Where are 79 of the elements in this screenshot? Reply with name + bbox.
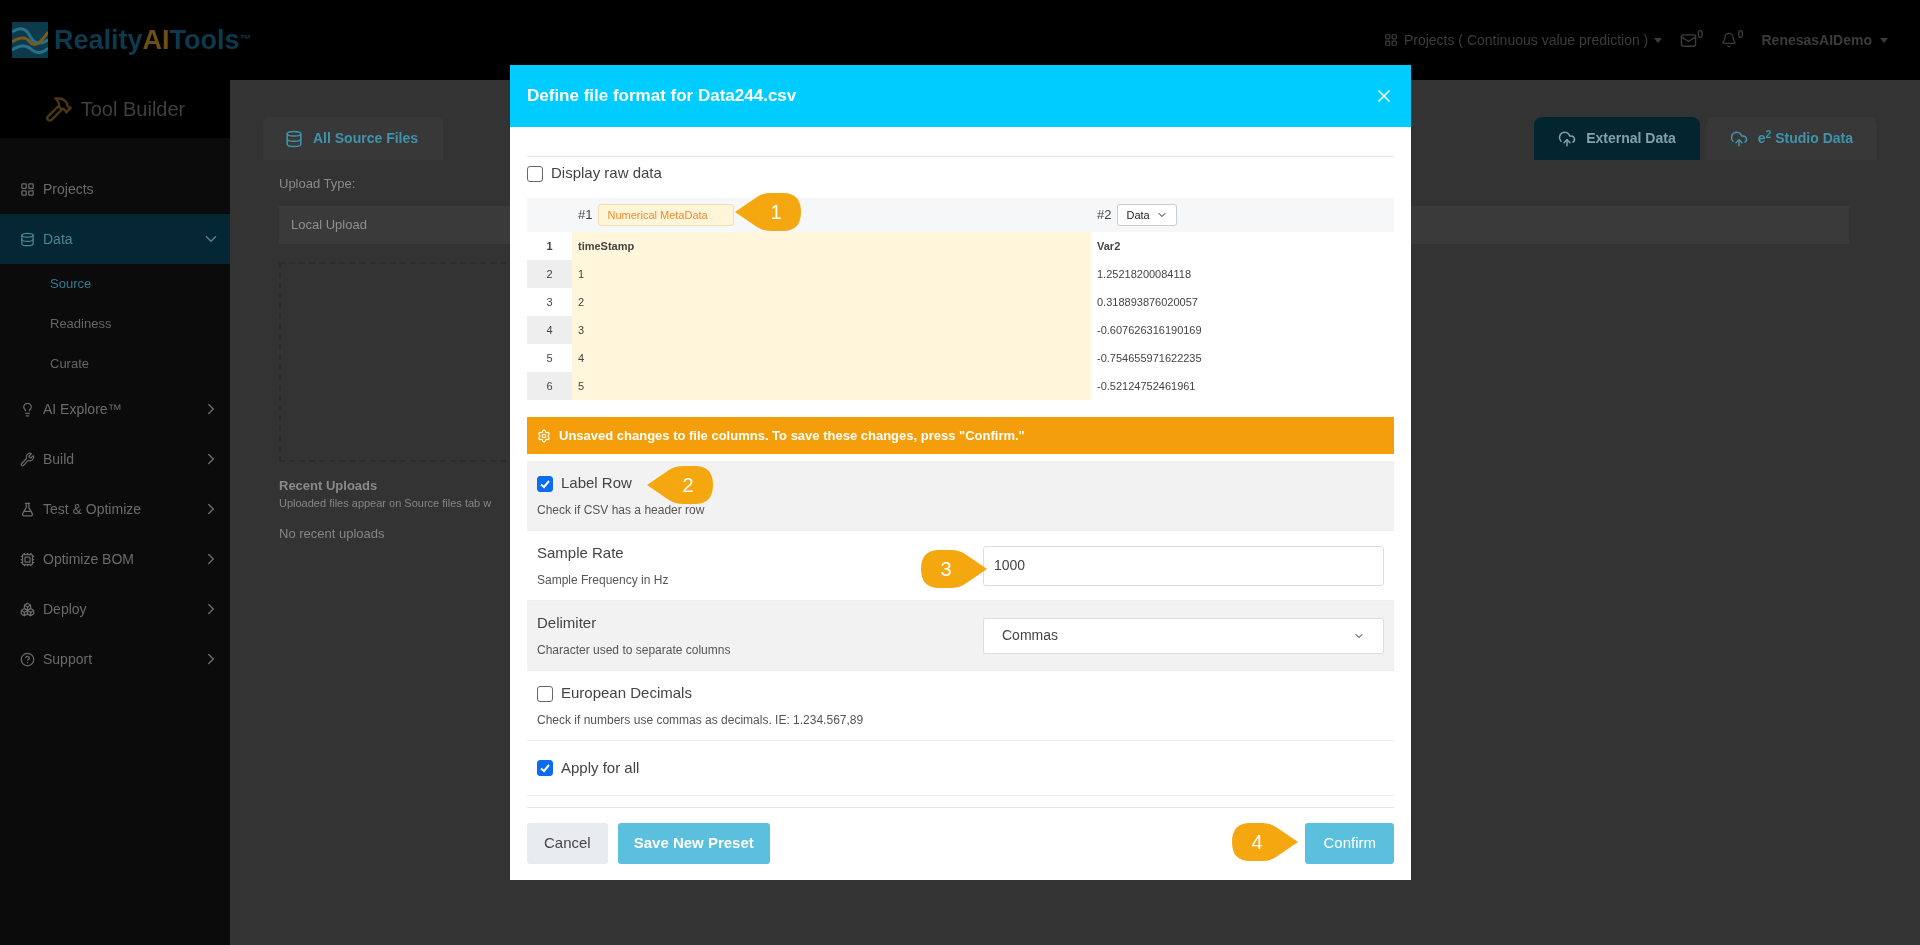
column-number: #1 <box>578 206 593 225</box>
column-number: #2 <box>1097 206 1112 225</box>
empty-message: No recent uploads <box>279 524 385 543</box>
checkbox-label: Label Row <box>561 473 632 494</box>
table-cell: timeStamp <box>572 232 1091 260</box>
notification-count: 0 <box>1737 27 1744 42</box>
dialog-title: Define file format for Data244.csv <box>527 85 797 108</box>
sidebar-subitem[interactable]: Source <box>0 264 230 304</box>
field-label: Upload Type: <box>279 175 356 193</box>
caret-icon <box>1880 37 1888 43</box>
confirm-button[interactable]: Confirm <box>1305 823 1394 864</box>
cloud-upload-icon <box>1729 129 1748 148</box>
row-number: 4 <box>527 316 572 344</box>
checkbox[interactable] <box>537 685 553 702</box>
cloud-upload-icon <box>1558 129 1577 148</box>
caret-icon <box>1654 37 1663 43</box>
row-number: 6 <box>527 372 572 400</box>
callout-marker: 1 <box>735 193 801 231</box>
flask-icon <box>20 501 35 517</box>
sidebar-item[interactable]: Optimize BOM <box>0 534 230 584</box>
column-type-select[interactable]: Data <box>1117 204 1177 226</box>
warning-banner: Unsaved changes to file columns. To save these changes, press "Confirm." <box>527 417 1394 454</box>
checkbox[interactable] <box>527 165 543 182</box>
sidebar-title: Tool Builder <box>80 97 186 122</box>
setting-hint: Sample Frequency in Hz <box>537 571 670 589</box>
sidebar-item[interactable]: Build <box>0 434 230 484</box>
sidebar-item[interactable]: Test & Optimize <box>0 484 230 534</box>
checkbox[interactable] <box>537 760 553 776</box>
user-menu[interactable]: RenesasAIDemo <box>1761 29 1888 51</box>
sidebar-item[interactable]: AI Explore™ <box>0 384 230 434</box>
logo-icon <box>12 22 48 58</box>
sidebar-subitem[interactable]: Readiness <box>0 304 230 344</box>
table-cell: 4 <box>572 344 1091 372</box>
cancel-button[interactable]: Cancel <box>527 823 608 864</box>
lightbulb-icon <box>20 401 35 417</box>
data-source-tab[interactable]: e$^{2}$ Studio Data <box>1705 117 1877 160</box>
wrench-icon <box>20 451 35 467</box>
table-cell: 2 <box>572 288 1091 316</box>
setting-hint: Character used to separate columns <box>537 641 732 659</box>
callout-marker: 2 <box>647 466 713 504</box>
section-title: Recent Uploads <box>279 476 378 495</box>
setting-label: Delimiter <box>537 613 598 634</box>
save-preset-button[interactable]: Save New Preset <box>617 823 770 864</box>
projects-menu[interactable]: Projects ( Continuous value prediction ) <box>1383 29 1663 51</box>
grid-icon <box>20 181 35 197</box>
gears-icon <box>537 428 551 443</box>
grid-icon <box>1383 33 1398 47</box>
sidebar-item[interactable]: Deploy <box>0 584 230 634</box>
sidebar-item[interactable]: Support <box>0 634 230 684</box>
checkbox-label: European Decimals <box>561 683 692 704</box>
delimiter-select[interactable]: Commas <box>983 617 1384 654</box>
logo-text: RealityAITools$^{™}$ <box>54 23 252 57</box>
sample-rate-field[interactable]: 1000 <box>983 545 1384 586</box>
setting-hint: Check if numbers use commas as decimals. IE: 1.234.567,89 <box>537 711 865 729</box>
checkbox[interactable] <box>537 475 553 492</box>
table-cell: 5 <box>572 372 1091 400</box>
callout-marker: 4 <box>1232 823 1298 861</box>
data-source-tab[interactable]: External Data <box>1534 117 1700 160</box>
chip-icon <box>20 551 35 567</box>
checkbox-label: Apply for all <box>561 757 640 778</box>
boxes-icon <box>20 601 35 617</box>
row-number: 2 <box>527 260 572 288</box>
setting-label: Sample Rate <box>537 543 625 564</box>
sidebar-item[interactable]: Projects <box>0 164 230 214</box>
source-tab[interactable]: All Source Files <box>263 117 443 160</box>
sidebar-item[interactable]: Data <box>0 214 230 264</box>
section-note: Uploaded files appear on Source files tab w <box>279 496 492 511</box>
sidebar-subitem[interactable]: Curate <box>0 344 230 384</box>
table-cell: 1 <box>572 260 1091 288</box>
setting-hint: Check if CSV has a header row <box>537 501 706 519</box>
checkbox-label: Display raw data <box>551 163 662 184</box>
database-icon <box>285 129 303 148</box>
database-icon <box>20 231 35 247</box>
callout-marker: 3 <box>921 550 987 588</box>
tools-icon <box>44 95 73 123</box>
help-icon <box>20 651 35 667</box>
mail-count: 0 <box>1697 26 1704 42</box>
table-cell: 3 <box>572 316 1091 344</box>
column-type-select[interactable]: Numerical MetaData <box>598 204 735 226</box>
